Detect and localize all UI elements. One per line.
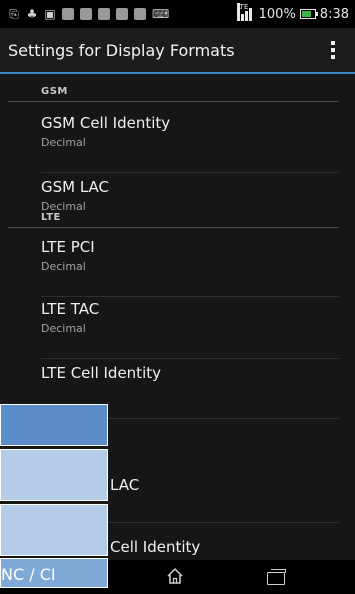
overlay-panel: NC / CI	[0, 404, 108, 588]
overlay-panel-row	[0, 449, 108, 501]
status-bar: ⎘ ♣ ▣ ⌨ LTE 100% 8:38	[0, 0, 355, 28]
overflow-menu-icon[interactable]	[331, 41, 335, 59]
action-bar: Settings for Display Formats	[0, 28, 355, 74]
android-debug-icon: ♣	[26, 7, 38, 21]
setting-summary: Decimal	[41, 136, 86, 149]
battery-percent: 100%	[258, 6, 296, 22]
setting-title: LAC	[110, 476, 140, 494]
overlay-panel-text: NC / CI	[1, 565, 56, 584]
overlay-panel-header	[0, 404, 108, 446]
usb-icon: ⎘	[9, 7, 19, 21]
page-title: Settings for Display Formats	[8, 40, 235, 60]
divider	[41, 296, 339, 297]
notification-icon	[98, 8, 110, 20]
divider	[41, 358, 339, 359]
setting-title: Cell Identity	[110, 538, 201, 556]
divider	[41, 172, 339, 173]
clock: 8:38	[319, 6, 349, 22]
setting-gsm-cell-identity[interactable]: GSM Cell Identity Decimal	[41, 114, 341, 172]
keyboard-icon: ⌨	[152, 7, 170, 21]
setting-title: LTE Cell Identity	[41, 364, 161, 382]
setting-lte-tac[interactable]: LTE TAC Decimal	[41, 300, 341, 358]
setting-title: LTE TAC	[41, 300, 100, 318]
overlay-panel-footer: NC / CI	[0, 558, 108, 588]
setting-lac[interactable]: LAC	[110, 476, 340, 534]
home-icon[interactable]	[166, 567, 184, 585]
notification-icon	[62, 8, 74, 20]
notification-icon	[116, 8, 128, 20]
setting-cell-identity[interactable]: Cell Identity	[110, 538, 340, 560]
setting-title: GSM Cell Identity	[41, 114, 171, 132]
recents-icon[interactable]	[267, 569, 286, 585]
category-gsm: GSM	[8, 80, 339, 102]
notification-icon	[80, 8, 92, 20]
setting-summary: Decimal	[41, 260, 86, 273]
setting-lte-pci[interactable]: LTE PCI Decimal	[41, 238, 341, 296]
battery-icon	[299, 9, 318, 19]
setting-title: LTE PCI	[41, 238, 95, 256]
setting-summary: Decimal	[41, 322, 86, 335]
setting-title: GSM LAC	[41, 178, 110, 196]
overlay-panel-row	[0, 504, 108, 556]
status-icons: ⎘ ♣ ▣ ⌨	[0, 7, 170, 21]
notification-icon	[134, 8, 146, 20]
signal-icon: LTE	[236, 3, 255, 21]
notification-icon: ▣	[44, 7, 56, 21]
category-lte: LTE	[8, 206, 339, 228]
